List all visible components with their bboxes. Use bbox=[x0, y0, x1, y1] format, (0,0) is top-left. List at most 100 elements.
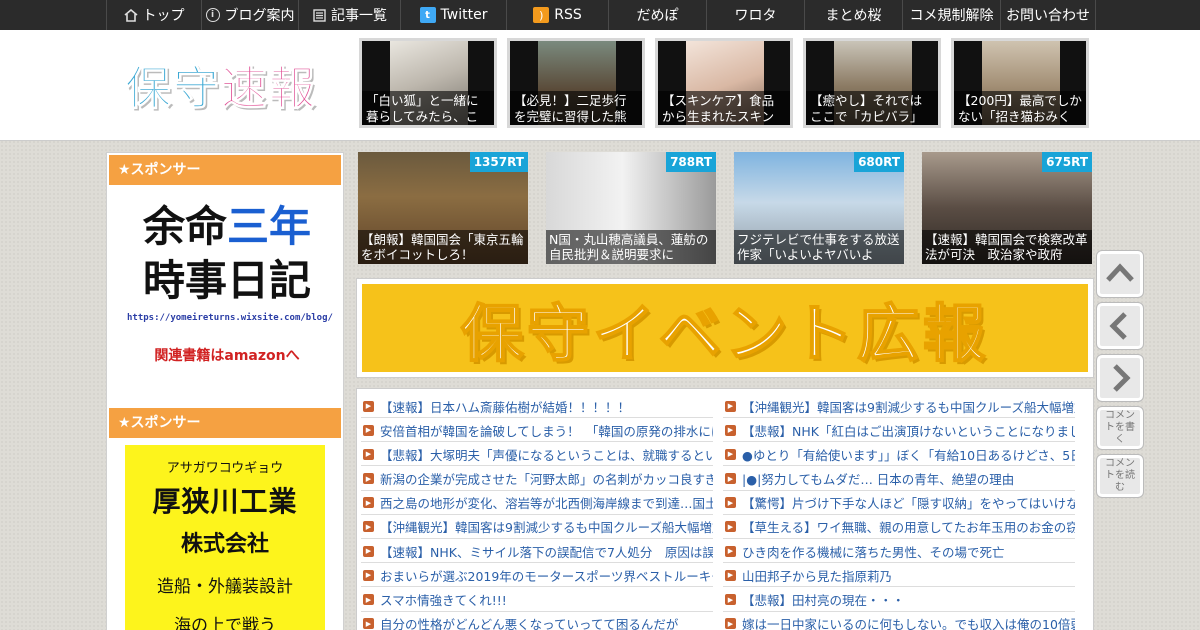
rt-count-badge: 675RT bbox=[1042, 152, 1092, 172]
nav-contact-label: お問い合わせ bbox=[1006, 8, 1090, 24]
featured-thumb[interactable]: 【必見！】二足歩行を完璧に習得した熊 bbox=[507, 38, 645, 128]
article-link[interactable]: ▶ おまいらが選ぶ2019年のモータースポーツ界ベストルーキーは bbox=[361, 564, 713, 588]
article-title: 【草生える】ワイ無職、親の用意してたお年玉用のお金の窃盗 bbox=[742, 520, 1075, 536]
nav-blog-guide-label: ブログ案内 bbox=[224, 8, 295, 24]
previous-page-button[interactable] bbox=[1096, 302, 1144, 350]
article-link[interactable]: ▶ 【悲報】NHK「紅白はご出演頂けないということになりました bbox=[723, 419, 1075, 443]
list-icon bbox=[312, 8, 326, 22]
ad1-title-part-b: 三年 bbox=[227, 202, 312, 251]
article-title: ●ゆとり「有給使います」」ぼく「有給10日あるけどさ、5日く bbox=[742, 447, 1075, 463]
arrow-right-icon: ▶ bbox=[725, 569, 736, 581]
arrow-right-icon: ▶ bbox=[363, 594, 374, 606]
nav-matome-sakura-label: まとめ桜 bbox=[825, 8, 882, 24]
article-title: スマホ情強きてくれ!!! bbox=[380, 593, 507, 609]
nav-damepo-link[interactable]: だめぽ bbox=[608, 0, 706, 30]
article-link[interactable]: ▶ 【驚愕】片づけ下手な人ほど「隠す収納」をやってはいけない bbox=[723, 492, 1075, 515]
article-title: 【驚愕】片づけ下手な人ほど「隠す収納」をやってはいけない bbox=[742, 496, 1075, 512]
featured-thumb[interactable]: 【癒やし】それではここで「カピバラ」 bbox=[803, 38, 941, 128]
arrow-right-icon: ▶ bbox=[725, 545, 736, 557]
article-title: 【悲報】NHK「紅白はご出演頂けないということになりました bbox=[742, 423, 1075, 439]
scroll-top-button[interactable] bbox=[1096, 250, 1144, 298]
write-comment-button[interactable]: コメントを書く bbox=[1096, 406, 1144, 450]
arrow-right-icon: ▶ bbox=[363, 497, 374, 509]
article-link[interactable]: ▶ |●|努力してもムダだ… 日本の青年、絶望の理由 bbox=[723, 468, 1075, 491]
article-link[interactable]: ▶ 山田邦子から見た指原莉乃 bbox=[723, 564, 1075, 588]
article-link[interactable]: ▶ 【速報】日本ハム斎藤佑樹が結婚！！！！！ bbox=[361, 395, 713, 418]
arrow-right-icon: ▶ bbox=[725, 594, 736, 606]
popular-article[interactable]: 680RT フジテレビで仕事をする放送作家「いよいよヤバいよ bbox=[734, 152, 904, 264]
article-link[interactable]: ▶ ひき肉を作る機械に落ちた男性、その場で死亡 bbox=[723, 540, 1075, 564]
logo-char-2: 守 bbox=[173, 61, 221, 116]
article-title: 山田邦子から見た指原莉乃 bbox=[742, 568, 893, 584]
featured-thumb[interactable]: 【スキンケア】食品から生まれたスキン bbox=[655, 38, 793, 128]
event-banner[interactable]: 保守イベント広報 bbox=[356, 278, 1094, 378]
nav-warota-link[interactable]: ワロタ bbox=[706, 0, 804, 30]
ad1-amazon-link[interactable]: 関連書籍はamazonへ bbox=[127, 345, 327, 365]
article-title: 【速報】NHK、ミサイル落下の誤配信で7人処分 原因は誤操 bbox=[380, 544, 713, 560]
article-link[interactable]: ▶ 新潟の企業が完成させた「河野太郎」の名刺がカッコ良すぎる bbox=[361, 468, 713, 491]
nav-contact-link[interactable]: お問い合わせ bbox=[1000, 0, 1096, 30]
nav-warota-label: ワロタ bbox=[734, 8, 777, 24]
article-title: おまいらが選ぶ2019年のモータースポーツ界ベストルーキーは bbox=[380, 568, 713, 584]
info-icon: i bbox=[205, 8, 220, 22]
article-link[interactable]: ▶ スマホ情強きてくれ!!! bbox=[361, 589, 713, 612]
chevron-left-icon bbox=[1109, 312, 1127, 340]
article-link[interactable]: ▶ ●ゆとり「有給使います」」ぼく「有給10日あるけどさ、5日く bbox=[723, 443, 1075, 467]
article-link[interactable]: ▶ 西之島の地形が変化、溶岩等が北西側海岸線まで到達…国土地 bbox=[361, 492, 713, 515]
nav-top-link[interactable]: トップ bbox=[106, 0, 201, 30]
article-link[interactable]: ▶ 【速報】NHK、ミサイル落下の誤配信で7人処分 原因は誤操 bbox=[361, 540, 713, 564]
nav-article-list-link[interactable]: 記事一覧 bbox=[298, 0, 400, 30]
ad1-title-part-a: 余命 bbox=[142, 202, 227, 251]
read-comment-label: コメントを読む bbox=[1105, 458, 1135, 493]
article-link[interactable]: ▶ 【草生える】ワイ無職、親の用意してたお年玉用のお金の窃盗 bbox=[723, 516, 1075, 539]
nav-damepo-label: だめぽ bbox=[636, 8, 679, 24]
nav-comment-unblock-link[interactable]: コメ規制解除 bbox=[902, 0, 1000, 30]
popular-article-caption: N国・丸山穂高議員、蓮舫の自民批判＆説明要求に bbox=[546, 230, 716, 264]
rss-icon: ) bbox=[533, 7, 550, 23]
article-link[interactable]: ▶ 安倍首相が韓国を論破してしまう！ 「韓国の原発の排水には bbox=[361, 419, 713, 443]
featured-thumb[interactable]: 「白い狐」と一緒に暮らしてみたら、こ bbox=[359, 38, 497, 128]
article-title: 新潟の企業が完成させた「河野太郎」の名刺がカッコ良すぎる bbox=[380, 472, 713, 488]
arrow-right-icon: ▶ bbox=[363, 521, 374, 533]
read-comment-button[interactable]: コメントを読む bbox=[1096, 454, 1144, 498]
article-link[interactable]: ▶ 【沖縄観光】韓国客は9割減少するも中国クルーズ船大幅増加 bbox=[723, 395, 1075, 418]
ad2-company-type: 株式会社 bbox=[180, 532, 269, 557]
sidebar: ★スポンサー 余命三年 時事日記 https://yomeireturns.wi… bbox=[106, 152, 344, 630]
arrow-right-icon: ▶ bbox=[725, 424, 736, 436]
arrow-right-icon: ▶ bbox=[363, 424, 374, 436]
article-title: 【沖縄観光】韓国客は9割減少するも中国クルーズ船大幅増加 bbox=[742, 399, 1075, 415]
article-link[interactable]: ▶ 【悲報】大塚明夫「声優になるということは、就職するという bbox=[361, 443, 713, 467]
featured-thumb[interactable]: 【200円】最高でしかない「招き猫おみく bbox=[951, 38, 1089, 128]
ad2-tagline: 海の上で戦う bbox=[174, 616, 276, 630]
nav-twitter-link[interactable]: t Twitter bbox=[400, 0, 506, 30]
article-title: |●|努力してもムダだ… 日本の青年、絶望の理由 bbox=[742, 472, 1015, 488]
logo-char-3: 速 bbox=[221, 61, 269, 116]
yomei-sannen-ad[interactable]: 余命三年 時事日記 https://yomeireturns.wixsite.c… bbox=[127, 201, 333, 365]
article-title: ひき肉を作る機械に落ちた男性、その場で死亡 bbox=[742, 544, 1005, 560]
nav-rss-link[interactable]: ) RSS bbox=[506, 0, 608, 30]
popular-article[interactable]: 1357RT 【朗報】韓国国会「東京五輪をボイコットしろ！ bbox=[358, 152, 528, 264]
next-page-button[interactable] bbox=[1096, 354, 1144, 402]
ad1-url[interactable]: https://yomeireturns.wixsite.com/blog/ bbox=[127, 313, 333, 323]
logo-char-1: 保 bbox=[125, 61, 173, 116]
arrow-right-icon: ▶ bbox=[725, 473, 736, 485]
article-link[interactable]: ▶ 自分の性格がどんどん悪くなっていってて困るんだが bbox=[361, 613, 713, 630]
arrow-right-icon: ▶ bbox=[725, 521, 736, 533]
arrow-right-icon: ▶ bbox=[363, 569, 374, 581]
arrow-right-icon: ▶ bbox=[725, 618, 736, 630]
popular-article[interactable]: 788RT N国・丸山穂高議員、蓮舫の自民批判＆説明要求に bbox=[546, 152, 716, 264]
asagawa-kogyo-ad[interactable]: アサガワコウギョウ 厚狭川工業 株式会社 造船・外艤装設計 海の上で戦う bbox=[125, 445, 325, 630]
arrow-right-icon: ▶ bbox=[363, 448, 374, 460]
article-title: 安倍首相が韓国を論破してしまう！ 「韓国の原発の排水には bbox=[380, 423, 713, 439]
write-comment-label: コメントを書く bbox=[1105, 410, 1135, 445]
article-link[interactable]: ▶ 【沖縄観光】韓国客は9割減少するも中国クルーズ船大幅増加 bbox=[361, 516, 713, 539]
article-link[interactable]: ▶ 嫁は一日中家にいるのに何もしない。でも収入は俺の10倍弱。 bbox=[723, 613, 1075, 630]
site-logo[interactable]: 保守速報 bbox=[125, 52, 317, 118]
twitter-icon: t bbox=[419, 7, 436, 23]
popular-articles: 1357RT 【朗報】韓国国会「東京五輪をボイコットしろ！ 788RT N国・丸… bbox=[358, 152, 1092, 264]
popular-article[interactable]: 675RT 【速報】韓国国会で検察改革法が可決 政治家や政府 bbox=[922, 152, 1092, 264]
nav-matome-sakura-link[interactable]: まとめ桜 bbox=[804, 0, 902, 30]
nav-blog-guide-link[interactable]: i ブログ案内 bbox=[201, 0, 298, 30]
nav-rss-label: RSS bbox=[554, 7, 582, 23]
article-link[interactable]: ▶ 【悲報】田村亮の現在・・・ bbox=[723, 589, 1075, 612]
